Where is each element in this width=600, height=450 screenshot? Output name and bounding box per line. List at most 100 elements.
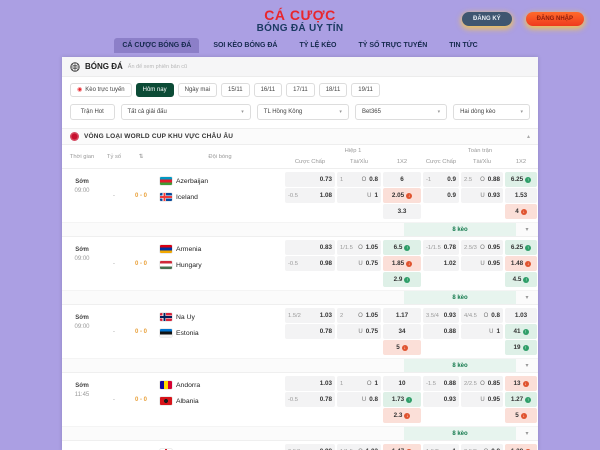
more-odds-button[interactable]: 8 kèo (404, 291, 516, 304)
nav-item-tin-tuc[interactable]: TIN TỨC (441, 38, 485, 53)
over-under-odds-cell[interactable]: 1/1.5O1.03 (337, 444, 381, 450)
over-under-odds-cell[interactable]: U1 (461, 324, 503, 339)
1x2-odds-cell[interactable]: 1.73 ↑ (383, 392, 421, 407)
over-under-odds-cell[interactable]: U 0.8 (337, 392, 381, 407)
1x2-odds-cell[interactable]: 19 ↑ (505, 340, 537, 355)
handicap-odds-cell[interactable]: -1.5 0.88 (423, 376, 459, 391)
1x2-odds-cell[interactable]: 1.28↓ (505, 444, 537, 450)
1x2-odds-cell[interactable]: 3.3 (383, 204, 421, 219)
handicap-odds-cell[interactable]: 0.5/10.98 (285, 444, 335, 450)
expand-icon[interactable]: ▾ (516, 362, 538, 369)
more-odds-button[interactable]: 8 kèo (404, 427, 516, 440)
over-under-odds-cell[interactable]: U 0.93 (461, 188, 503, 203)
handicap-odds-cell[interactable]: 0.78 (285, 324, 335, 339)
home-team[interactable]: Azerbaijan (160, 177, 280, 185)
day-tab-17-11[interactable]: 17/11 (286, 83, 315, 97)
over-under-odds-cell[interactable]: 2 O 1.05 (337, 308, 381, 323)
handicap-odds-cell[interactable]: -1/1.5 0.78 (423, 240, 459, 255)
1x2-odds-cell[interactable]: 5 ↓ (383, 340, 421, 355)
1x2-odds-cell[interactable]: 13 ↓ (505, 376, 537, 391)
expand-icon[interactable]: ▾ (516, 430, 538, 437)
nav-item-ty-le-keo[interactable]: TỶ LỆ KÈO (292, 38, 345, 53)
1x2-odds-cell[interactable]: 41 ↑ (505, 324, 537, 339)
away-team[interactable]: Albania (160, 397, 280, 405)
1x2-odds-cell[interactable]: 2.9 ↑ (383, 272, 421, 287)
1x2-odds-cell[interactable]: 1.48 ↓ (505, 256, 537, 271)
1x2-odds-cell[interactable]: 10 (383, 376, 421, 391)
1x2-odds-cell[interactable]: 6.5 ↑ (383, 240, 421, 255)
over-under-odds-cell[interactable]: 2/2.5 O 0.85 (461, 376, 503, 391)
day-tab-19-11[interactable]: 19/11 (351, 83, 380, 97)
over-under-odds-cell[interactable]: 4/4.5 O 0.8 (461, 308, 503, 323)
register-button[interactable]: ĐĂNG KÝ (461, 12, 512, 26)
home-team[interactable]: Na Uy (160, 313, 280, 321)
over-under-odds-cell[interactable]: U 0.75 (337, 324, 381, 339)
bookmaker-select[interactable]: Bet365 ▾ (354, 104, 448, 120)
handicap-odds-cell[interactable]: 0.88 (423, 324, 459, 339)
home-team[interactable]: Andorra (160, 381, 280, 389)
handicap-odds-cell[interactable]: 1.03 (285, 376, 335, 391)
handicap-odds-cell[interactable]: -0.5 0.78 (285, 392, 335, 407)
over-under-odds-cell[interactable]: U 0.95 (461, 392, 503, 407)
over-under-odds-cell[interactable]: 2.5/3 O 0.95 (461, 240, 503, 255)
day-tab-18-11[interactable]: 18/11 (318, 83, 348, 97)
handicap-odds-cell[interactable]: 1.5/21 (423, 444, 459, 450)
expand-icon[interactable]: ▾ (516, 294, 538, 301)
1x2-odds-cell[interactable]: 6 (383, 172, 421, 187)
home-team[interactable]: Armenia (160, 245, 280, 253)
toolbar-subtitle[interactable]: Ấn để xem phiên bản cũ (128, 64, 187, 70)
handicap-odds-cell[interactable]: -0.5 1.08 (285, 188, 335, 203)
away-team[interactable]: Hungary (160, 261, 280, 269)
league-select[interactable]: Tất cả giải đấu ▾ (120, 104, 251, 120)
1x2-odds-cell[interactable]: 1.03 (505, 308, 537, 323)
day-tab-tomorrow[interactable]: Ngày mai (177, 83, 217, 97)
1x2-odds-cell[interactable]: 1.27 ↑ (505, 392, 537, 407)
away-team[interactable]: Estonia (160, 329, 280, 337)
over-under-odds-cell[interactable]: 1 O 0.8 (337, 172, 381, 187)
over-under-odds-cell[interactable]: 1O1 (337, 376, 381, 391)
over-under-odds-cell[interactable]: U1 (337, 188, 381, 203)
collapse-icon[interactable]: ▴ (527, 133, 530, 140)
handicap-odds-cell[interactable]: -0.5 0.98 (285, 256, 335, 271)
lines-select[interactable]: Hai dòng kèo ▾ (453, 104, 530, 120)
handicap-odds-cell[interactable]: 3.5/4 0.93 (423, 308, 459, 323)
league-header[interactable]: VÒNG LOẠI WORLD CUP KHU VỰC CHÂU ÂU ▴ (62, 128, 538, 145)
1x2-odds-cell[interactable]: 1.85 ↓ (383, 256, 421, 271)
1x2-odds-cell[interactable]: 1.47↓ (383, 444, 421, 450)
handicap-odds-cell[interactable]: 0.9 (423, 188, 459, 203)
sort-icon[interactable]: ⇅ (126, 145, 156, 168)
1x2-odds-cell[interactable]: 1.17 (383, 308, 421, 323)
1x2-odds-cell[interactable]: 2.05 ↓ (383, 188, 421, 203)
1x2-odds-cell[interactable]: 4.5 ↑ (505, 272, 537, 287)
handicap-odds-cell[interactable]: 0.73 (285, 172, 335, 187)
hot-match-button[interactable]: Trận Hot (70, 104, 115, 120)
over-under-odds-cell[interactable]: U 0.75 (337, 256, 381, 271)
over-under-odds-cell[interactable]: 2.5 O 0.88 (461, 172, 503, 187)
1x2-odds-cell[interactable]: 6.25 ↑ (505, 172, 537, 187)
handicap-odds-cell[interactable]: 1.5/2 1.03 (285, 308, 335, 323)
1x2-odds-cell[interactable]: 2.3 ↓ (383, 408, 421, 423)
over-under-odds-cell[interactable]: 1/1.5 O 1.05 (337, 240, 381, 255)
nav-item-soi-keo-bong-da[interactable]: SOI KÈO BÓNG ĐÁ (205, 38, 285, 53)
more-odds-button[interactable]: 8 kèo (404, 223, 516, 236)
over-under-odds-cell[interactable]: U 0.95 (461, 256, 503, 271)
nav-item-ca-cuoc-bong-da[interactable]: CÁ CƯỢC BÓNG ĐÁ (114, 38, 200, 53)
away-team[interactable]: Iceland (160, 193, 280, 201)
1x2-odds-cell[interactable]: 1.53 (505, 188, 537, 203)
handicap-odds-cell[interactable]: 0.83 (285, 240, 335, 255)
more-odds-button[interactable]: 8 kèo (404, 359, 516, 372)
day-tab-15-11[interactable]: 15/11 (220, 83, 250, 97)
live-odds-button[interactable]: ◉ Kèo trực tuyến (70, 83, 132, 97)
handicap-odds-cell[interactable]: -1 0.9 (423, 172, 459, 187)
over-under-odds-cell[interactable]: 2.5/3O0.8 (461, 444, 503, 450)
handicap-odds-cell[interactable]: 0.93 (423, 392, 459, 407)
1x2-odds-cell[interactable]: 5 ↓ (505, 408, 537, 423)
day-tab-today[interactable]: Hôm nay (135, 83, 174, 97)
day-tab-16-11[interactable]: 16/11 (253, 83, 283, 97)
nav-item-ty-so-truc-tuyen[interactable]: TỶ SỐ TRỰC TUYẾN (350, 38, 435, 53)
odds-format-select[interactable]: TL Hồng Kông ▾ (256, 104, 349, 120)
expand-icon[interactable]: ▾ (516, 226, 538, 233)
1x2-odds-cell[interactable]: 6.25 ↑ (505, 240, 537, 255)
1x2-odds-cell[interactable]: 4 ↓ (505, 204, 537, 219)
login-button[interactable]: ĐĂNG NHẬP (525, 12, 584, 26)
